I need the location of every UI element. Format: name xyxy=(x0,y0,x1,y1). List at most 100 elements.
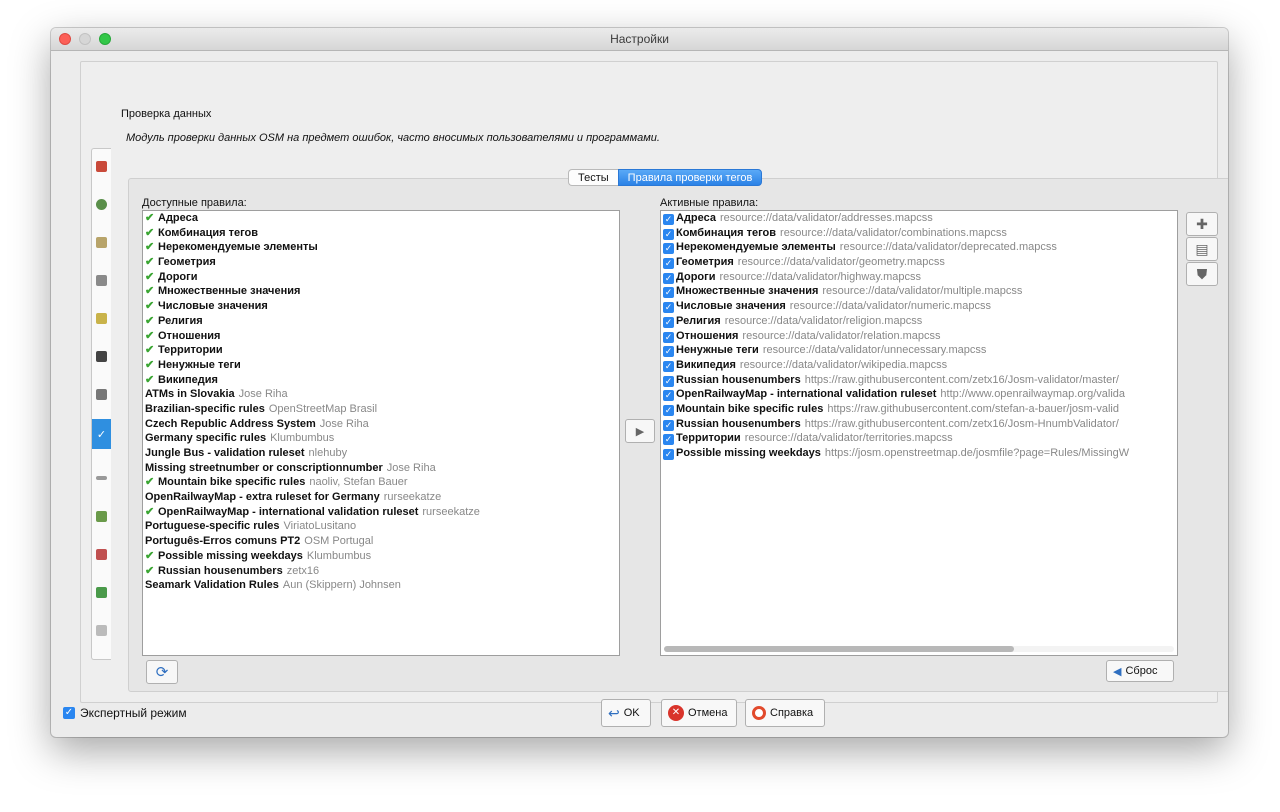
rule-enabled-checkbox[interactable]: ✓ xyxy=(663,449,674,460)
rule-enabled-checkbox[interactable]: ✓ xyxy=(663,404,674,416)
available-rule-row[interactable]: Missing streetnumber or conscriptionnumb… xyxy=(143,461,619,476)
available-rule-row[interactable]: ✔ Википедия xyxy=(143,373,619,388)
side-tab-plugins[interactable] xyxy=(92,343,111,369)
side-tab-connection[interactable] xyxy=(92,191,111,217)
available-rule-row[interactable]: ✔ Геометрия xyxy=(143,255,619,270)
rule-name: Отношения xyxy=(158,329,221,342)
active-rule-row[interactable]: ✓ Комбинация тегов resource://data/validat… xyxy=(661,226,1177,241)
active-rule-row[interactable]: ✓ Территории resource://data/validator/ter… xyxy=(661,431,1177,446)
available-rule-row[interactable]: ✔ Адреса xyxy=(143,211,619,226)
section-description: Модуль проверки данных OSM на предмет ош… xyxy=(126,132,660,144)
rule-enabled-checkbox[interactable]: ✓ xyxy=(663,316,674,328)
green-check-icon: ✔ xyxy=(145,300,155,313)
rule-enabled-checkbox[interactable]: ✓ xyxy=(663,302,674,314)
add-rule-button[interactable]: ✚ xyxy=(1186,212,1218,236)
available-rule-row[interactable]: ✔ OpenRailwayMap - international validati… xyxy=(143,505,619,520)
active-rule-row[interactable]: ✓ Геометрия resource://data/validator/geom… xyxy=(661,255,1177,270)
available-rule-row[interactable]: ✔ Дороги xyxy=(143,270,619,285)
rule-enabled-checkbox[interactable]: ✓ xyxy=(663,272,674,284)
active-rule-row[interactable]: ✓ Отношения resource://data/validator/rela… xyxy=(661,329,1177,344)
reset-button[interactable]: ◀ Сброс xyxy=(1106,660,1174,682)
active-rule-row[interactable]: ✓ Дороги resource://data/validator/highway… xyxy=(661,270,1177,285)
available-rule-row[interactable]: ✔ Отношения xyxy=(143,329,619,344)
active-rule-row[interactable]: ✓ Религия resource://data/validator/religi… xyxy=(661,314,1177,329)
rule-enabled-checkbox[interactable]: ✓ xyxy=(663,331,674,343)
available-rule-row[interactable]: Portuguese-specific rules ViriatoLusitano xyxy=(143,519,619,534)
side-tab-shortcuts[interactable] xyxy=(92,381,111,407)
available-rule-row[interactable]: Czech Republic Address System Jose Riha xyxy=(143,417,619,432)
active-rules-list[interactable]: ✓ Адреса resource://data/validator/address… xyxy=(660,210,1178,656)
help-button[interactable]: Справка xyxy=(745,699,825,727)
active-rule-row[interactable]: ✓ Википедия resource://data/validator/wiki… xyxy=(661,358,1177,373)
available-rule-row[interactable]: ✔ Russian housenumbers zetx16 xyxy=(143,564,619,579)
active-rule-row[interactable]: ✓ Ненужные теги resource://data/validator/… xyxy=(661,343,1177,358)
rule-name: Дороги xyxy=(676,270,716,283)
side-tab-presets[interactable] xyxy=(92,305,111,331)
active-rule-row[interactable]: ✓ Russian housenumbers https://raw.githubu… xyxy=(661,373,1177,388)
rule-enabled-checkbox[interactable]: ✓ xyxy=(663,346,674,358)
side-tab-remote-control[interactable] xyxy=(92,503,111,529)
active-rule-row[interactable]: ✓ OpenRailwayMap - international validati… xyxy=(661,387,1177,402)
active-rule-row[interactable]: ✓ Нерекомендуемые элементы resource://data… xyxy=(661,240,1177,255)
side-tab-advanced[interactable] xyxy=(92,617,111,643)
ok-button[interactable]: ↩ OK xyxy=(601,699,651,727)
available-rule-row[interactable]: ATMs in Slovakia Jose Riha xyxy=(143,387,619,402)
available-rules-list[interactable]: ✔ Адреса ✔ Комбинация тегов ✔ Нерекомендуемые… xyxy=(142,210,620,656)
active-rule-row[interactable]: ✓ Адреса resource://data/validator/address… xyxy=(661,211,1177,226)
side-tab-audio[interactable] xyxy=(92,465,111,491)
help-label: Справка xyxy=(770,707,814,719)
rule-enabled-checkbox[interactable]: ✓ xyxy=(663,228,674,240)
rule-enabled-checkbox[interactable]: ✓ xyxy=(663,390,674,402)
available-rule-row[interactable]: Brazilian-specific rules OpenStreetMap Br… xyxy=(143,402,619,417)
side-tab-mapstyle[interactable] xyxy=(92,579,111,605)
rule-enabled-checkbox[interactable]: ✓ xyxy=(663,258,674,270)
rule-source: https://raw.githubusercontent.com/stefan… xyxy=(827,402,1119,415)
rule-enabled-checkbox[interactable]: ✓ xyxy=(663,214,674,225)
rule-enabled-checkbox[interactable]: ✓ xyxy=(663,287,674,299)
available-rule-row[interactable]: ✔ Ненужные теги xyxy=(143,358,619,373)
available-rule-row[interactable]: ✔ Possible missing weekdays Klumbumbus xyxy=(143,549,619,564)
available-rule-row[interactable]: ✔ Числовые значения xyxy=(143,299,619,314)
cancel-button[interactable]: ✕ Отмена xyxy=(661,699,737,727)
available-rule-row[interactable]: ✔ Mountain bike specific rules naoliv, Ste… xyxy=(143,475,619,490)
active-rule-row[interactable]: ✓ Possible missing weekdays https://josm.o… xyxy=(661,446,1177,461)
remove-rule-button[interactable]: ⛊ xyxy=(1186,262,1218,286)
available-rule-row[interactable]: Português-Erros comuns PT2 OSM Portugal xyxy=(143,534,619,549)
available-rule-row[interactable]: ✔ Нерекомендуемые элементы xyxy=(143,240,619,255)
rule-enabled-checkbox[interactable]: ✓ xyxy=(663,375,674,387)
side-tab-validator[interactable]: ✓ xyxy=(92,419,111,449)
active-rule-row[interactable]: ✓ Числовые значения resource://data/valida… xyxy=(661,299,1177,314)
rule-name: Portuguese-specific rules xyxy=(145,520,280,533)
available-rule-row[interactable]: ✔ Религия xyxy=(143,314,619,329)
rule-enabled-checkbox[interactable]: ✓ xyxy=(663,243,674,255)
rule-enabled-checkbox[interactable]: ✓ xyxy=(663,360,674,372)
available-rule-row[interactable]: ✔ Территории xyxy=(143,343,619,358)
activate-rule-button[interactable]: ▶ xyxy=(625,419,655,443)
available-rule-row[interactable]: Jungle Bus - validation ruleset nlehuby xyxy=(143,446,619,461)
refresh-button[interactable]: ⟳ xyxy=(146,660,178,684)
active-rule-row[interactable]: ✓ Mountain bike specific rules https://raw… xyxy=(661,402,1177,417)
rule-source: resource://data/validator/relation.mapcs… xyxy=(742,329,941,342)
available-rule-row[interactable]: OpenRailwayMap - extra ruleset for Germa… xyxy=(143,490,619,505)
side-tab-imagery[interactable] xyxy=(92,267,111,293)
side-tab-map[interactable] xyxy=(92,229,111,255)
side-tab-projection[interactable] xyxy=(92,541,111,567)
rule-enabled-checkbox[interactable]: ✓ xyxy=(663,419,674,431)
active-rule-row[interactable]: ✓ Множественные значения resource://data/v… xyxy=(661,284,1177,299)
available-rule-row[interactable]: ✔ Множественные значения xyxy=(143,284,619,299)
imagery-icon xyxy=(96,274,107,286)
rule-name: ATMs in Slovakia xyxy=(145,388,235,401)
side-tab-display[interactable] xyxy=(92,153,111,179)
available-rule-row[interactable]: ✔ Комбинация тегов xyxy=(143,226,619,241)
horizontal-scrollbar[interactable] xyxy=(664,646,1174,652)
active-rule-row[interactable]: ✓ Russian housenumbers https://raw.githubu… xyxy=(661,417,1177,432)
rule-enabled-checkbox[interactable]: ✓ xyxy=(663,434,674,446)
tab-tag-checker-rules[interactable]: Правила проверки тегов xyxy=(617,169,763,186)
available-rule-row[interactable]: Seamark Validation Rules Aun (Skippern) J… xyxy=(143,578,619,593)
expert-mode-checkbox[interactable]: ✓ Экспертный режим xyxy=(63,706,187,720)
available-rule-row[interactable]: Germany specific rules Klumbumbus xyxy=(143,431,619,446)
edit-rule-button[interactable]: ▤ xyxy=(1186,237,1218,261)
rule-author: rurseekatze xyxy=(383,491,442,504)
scrollbar-thumb[interactable] xyxy=(664,646,1014,652)
tab-tests[interactable]: Тесты xyxy=(568,169,618,186)
